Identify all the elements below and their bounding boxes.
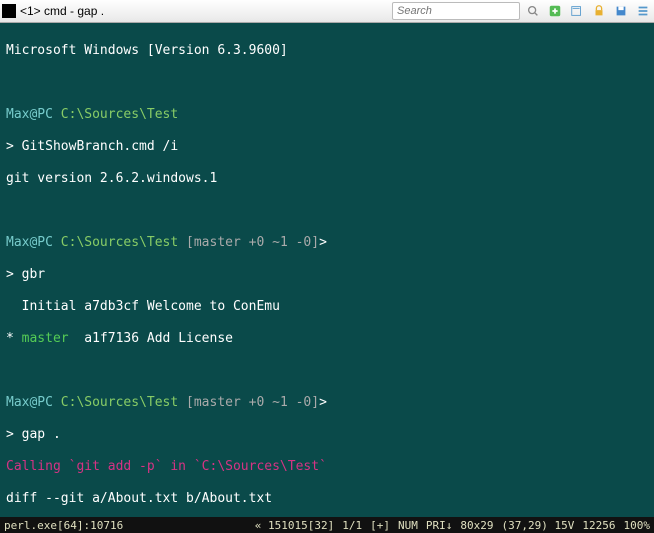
status-pid: 12256 <box>582 519 615 532</box>
search-button[interactable] <box>524 2 542 20</box>
lock-icon[interactable] <box>590 2 608 20</box>
status-coord: (37,29) 15V <box>502 519 575 532</box>
output-line: Calling `git add -p` in `C:\Sources\Test… <box>6 459 648 475</box>
output-line: git version 2.6.2.windows.1 <box>6 171 648 187</box>
dropdown-button[interactable] <box>568 2 586 20</box>
command-line: > gbr <box>6 267 648 283</box>
status-mem: « 151015[32] <box>255 519 334 532</box>
terminal-output[interactable]: Microsoft Windows [Version 6.3.9600] Max… <box>0 23 654 517</box>
command-line: > GitShowBranch.cmd /i <box>6 139 648 155</box>
menu-icon[interactable] <box>634 2 652 20</box>
status-plus: [+] <box>370 519 390 532</box>
status-process: perl.exe[64]:10716 <box>4 519 123 532</box>
prompt-line: Max@PC C:\Sources\Test [master +0 ~1 -0]… <box>6 235 648 251</box>
app-icon <box>2 4 16 18</box>
blank-line <box>6 203 648 219</box>
output-line: * master a1f7136 Add License <box>6 331 648 347</box>
window-title: <1> cmd - gap . <box>20 4 104 18</box>
statusbar: perl.exe[64]:10716 « 151015[32] 1/1 [+] … <box>0 517 654 533</box>
output-line: Microsoft Windows [Version 6.3.9600] <box>6 43 648 59</box>
command-line: > gap . <box>6 427 648 443</box>
status-pct: 100% <box>624 519 651 532</box>
status-pri: PRI↓ <box>426 519 453 532</box>
output-line: Initial a7db3cf Welcome to ConEmu <box>6 299 648 315</box>
titlebar: <1> cmd - gap . <box>0 0 654 23</box>
blank-line <box>6 75 648 91</box>
blank-line <box>6 363 648 379</box>
prompt-line: Max@PC C:\Sources\Test [master +0 ~1 -0]… <box>6 395 648 411</box>
status-size: 80x29 <box>460 519 493 532</box>
search-input[interactable] <box>392 2 520 20</box>
status-pos: 1/1 <box>342 519 362 532</box>
diff-line: diff --git a/About.txt b/About.txt <box>6 491 648 507</box>
status-num: NUM <box>398 519 418 532</box>
save-icon[interactable] <box>612 2 630 20</box>
new-tab-button[interactable] <box>546 2 564 20</box>
prompt-line: Max@PC C:\Sources\Test <box>6 107 648 123</box>
